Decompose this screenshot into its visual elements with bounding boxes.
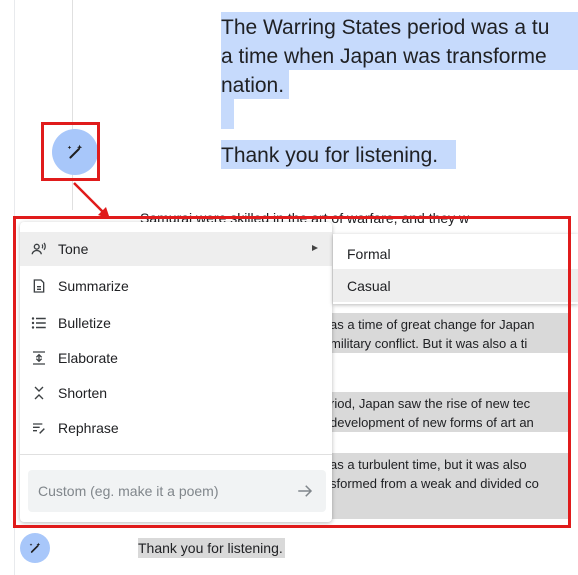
send-arrow-icon[interactable] bbox=[294, 480, 316, 502]
submenu-item-formal[interactable]: Formal bbox=[333, 237, 578, 270]
menu-item-label: Elaborate bbox=[58, 350, 118, 366]
menu-item-label: Bulletize bbox=[58, 315, 111, 331]
magic-wand-icon bbox=[29, 542, 41, 553]
summarize-icon bbox=[28, 278, 50, 294]
doc-line-bottom[interactable]: Thank you for listening. bbox=[138, 538, 285, 558]
menu-item-label: Shorten bbox=[58, 385, 108, 401]
ai-assist-button-bottom[interactable] bbox=[20, 533, 50, 563]
menu-item-elaborate[interactable]: Elaborate bbox=[20, 341, 332, 375]
menu-item-label: Rephrase bbox=[58, 420, 119, 436]
doc-line[interactable]: The Warring States period was a tu bbox=[221, 13, 549, 42]
tone-submenu: Formal Casual bbox=[333, 234, 578, 304]
bulletize-icon bbox=[28, 314, 50, 332]
menu-item-label: Tone bbox=[58, 241, 89, 257]
menu-item-tone[interactable]: Tone bbox=[20, 232, 332, 266]
doc-line: military conflict. But it was also a ti bbox=[330, 336, 528, 351]
annotation-box-button bbox=[41, 122, 100, 181]
doc-line[interactable]: Thank you for listening. bbox=[221, 141, 438, 170]
menu-item-bulletize[interactable]: Bulletize bbox=[20, 306, 332, 340]
menu-divider bbox=[20, 454, 332, 455]
doc-line[interactable]: nation. bbox=[221, 71, 284, 100]
selection-highlight bbox=[221, 99, 234, 129]
menu-item-shorten[interactable]: Shorten bbox=[20, 376, 332, 410]
doc-line: as a time of great change for Japan bbox=[330, 317, 535, 332]
menu-item-rephrase[interactable]: Rephrase bbox=[20, 411, 332, 445]
doc-line: riod, Japan saw the rise of new tec bbox=[330, 396, 531, 411]
doc-line: as a turbulent time, but it was also bbox=[330, 457, 527, 472]
custom-prompt-input[interactable]: Custom (eg. make it a poem) bbox=[28, 470, 326, 512]
doc-line: development of new forms of art an bbox=[330, 415, 534, 430]
annotation-arrow bbox=[73, 182, 110, 219]
elaborate-icon bbox=[28, 350, 50, 366]
page-edge bbox=[14, 0, 15, 575]
submenu-item-casual[interactable]: Casual bbox=[333, 269, 578, 302]
menu-item-summarize[interactable]: Summarize bbox=[20, 269, 332, 303]
ai-actions-menu: Tone Summarize Bulletize Elaborate Short… bbox=[20, 222, 332, 522]
shorten-icon bbox=[28, 385, 50, 401]
menu-item-label: Summarize bbox=[58, 278, 129, 294]
custom-prompt-placeholder: Custom (eg. make it a poem) bbox=[38, 483, 219, 499]
submenu-arrow-icon bbox=[312, 245, 318, 251]
tone-icon bbox=[28, 240, 50, 258]
doc-line: sformed from a weak and divided co bbox=[330, 476, 539, 491]
rephrase-icon bbox=[28, 420, 50, 436]
doc-line[interactable]: a time when Japan was transforme bbox=[221, 42, 547, 71]
